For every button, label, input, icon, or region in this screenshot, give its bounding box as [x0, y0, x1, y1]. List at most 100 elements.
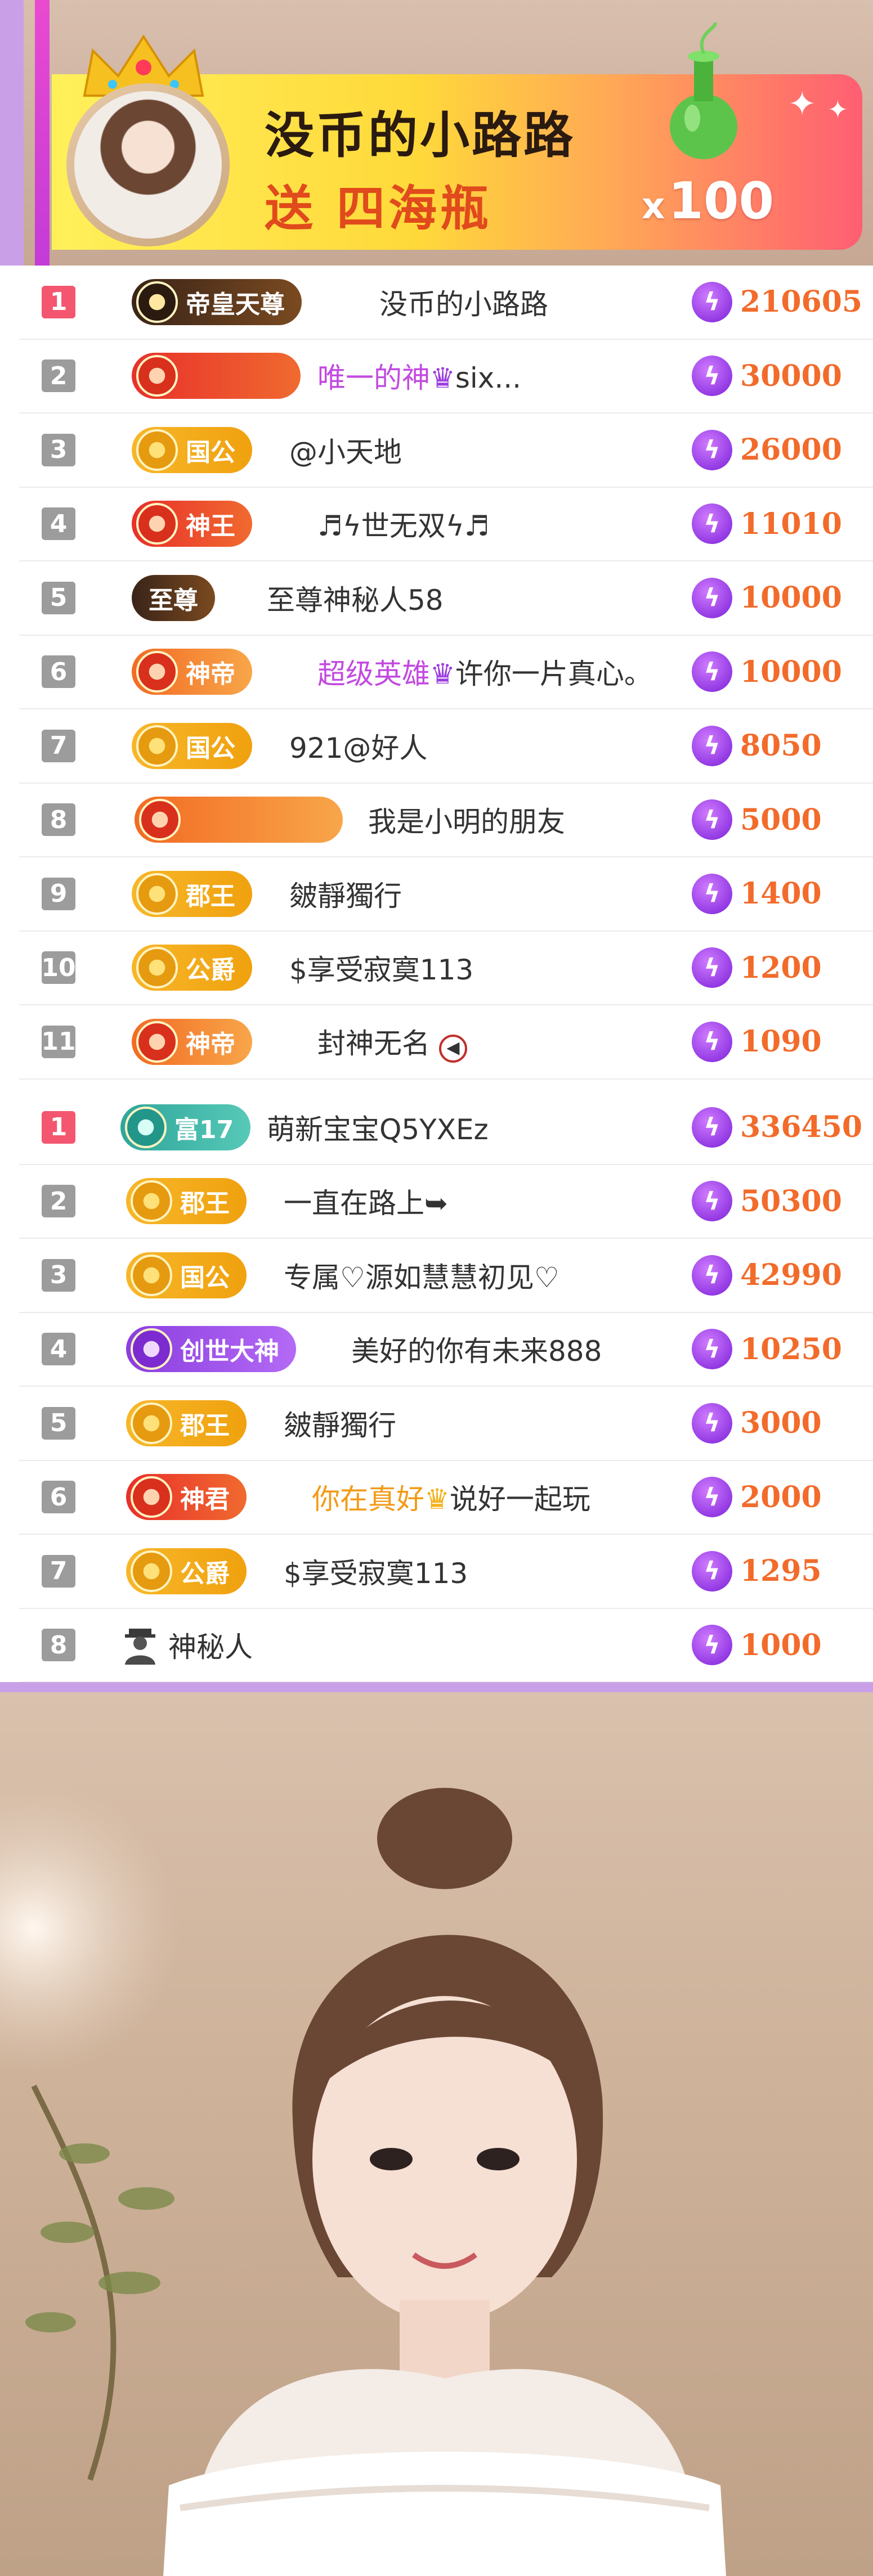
rank-number: 7 [42, 729, 75, 762]
badge-label: 富17 [174, 1115, 234, 1144]
lightning-bolt-icon: ϟ [692, 947, 732, 988]
score: ϟ 11010 [692, 503, 842, 545]
badge-label: 郡王 [180, 1189, 230, 1219]
score-value: 5000 [740, 802, 822, 837]
badge-emblem-icon [131, 1328, 172, 1370]
user-name[interactable]: 皴靜獨行 [284, 1403, 396, 1444]
score-value: 26000 [740, 433, 842, 467]
badge-emblem-icon [131, 1180, 172, 1222]
list-item[interactable]: 4 创世大神 美好的你有未来888 ϟ 10250 [19, 1313, 873, 1387]
rank-number: 1 [42, 285, 75, 318]
score: ϟ 1200 [692, 947, 822, 988]
list-item[interactable]: 1 帝皇天尊 没币的小路路 ϟ 210605 [19, 266, 873, 340]
user-name[interactable]: 我是小明的朋友 [368, 799, 565, 840]
badge-emblem-icon [131, 1476, 172, 1518]
level-badge: 郡王 [126, 1400, 247, 1446]
user-name[interactable]: ♬ϟ世无双ϟ♬ [317, 503, 490, 544]
badge-label: 公爵 [186, 956, 235, 985]
score: ϟ 50300 [692, 1181, 842, 1222]
user-name[interactable]: @小天地 [289, 430, 402, 470]
mystery-person-icon [125, 1629, 155, 1665]
left-accent-stripe [0, 0, 24, 266]
score-value: 2000 [740, 1480, 822, 1514]
left-accent-bar [35, 0, 50, 266]
badge-emblem-icon [136, 1020, 178, 1063]
user-name[interactable]: 超级英雄♛许你一片真心。 [317, 651, 652, 692]
list-item[interactable]: 10 公爵 $享受寂寞113 ϟ 1200 [19, 932, 873, 1005]
level-badge: 郡王 [126, 1178, 247, 1225]
gift-count-prefix: x [642, 186, 665, 227]
list-item[interactable]: 11 神帝 封神无名 ◀ ϟ 1090 [19, 1005, 873, 1080]
list-item[interactable]: 6 神君 你在真好♛说好一起玩 ϟ 2000 [19, 1461, 873, 1535]
section-divider [0, 1682, 873, 1692]
sender-avatar[interactable] [66, 83, 230, 246]
level-badge: 创世大神 [126, 1326, 296, 1373]
user-name[interactable]: 没币的小路路 [379, 282, 548, 322]
badge-label: 帝皇天尊 [186, 290, 285, 319]
user-name[interactable]: 神秘人 [168, 1625, 253, 1665]
badge-label: 神王 [186, 512, 235, 541]
badge-label: 创世大神 [180, 1337, 279, 1366]
user-name[interactable]: 一直在路上➥ [284, 1181, 448, 1221]
user-name[interactable]: $享受寂寞113 [284, 1551, 468, 1592]
score: ϟ 8050 [692, 725, 822, 766]
lightning-bolt-icon: ϟ [692, 1477, 732, 1518]
list-item[interactable]: 9 郡王 皴靜獨行 ϟ 1400 [19, 857, 873, 932]
lightning-bolt-icon: ϟ [692, 1550, 732, 1592]
user-name-text: 说好一起玩 [449, 1483, 590, 1516]
gift-sender-name: 没币的小路路 [265, 106, 576, 164]
level-badge: 至尊 [132, 574, 215, 621]
badge-label: 神帝 [186, 660, 235, 689]
badge-label: 郡王 [180, 1411, 230, 1440]
list-item[interactable]: 8 神秘人 ϟ 1000 [19, 1609, 873, 1683]
lightning-bolt-icon: ϟ [692, 651, 732, 693]
user-name[interactable]: $享受寂寞113 [289, 947, 473, 988]
score-value: 50300 [740, 1184, 842, 1219]
score: ϟ 42990 [692, 1255, 842, 1296]
user-name[interactable]: 萌新宝宝Q5YXEz [267, 1107, 489, 1148]
user-name[interactable]: 你在真好♛说好一起玩 [312, 1477, 590, 1517]
score: ϟ 1000 [692, 1625, 822, 1666]
rank-number: 1 [42, 1111, 75, 1144]
gift-banner-area: 没币的小路路 送 四海瓶 x100 ✦ ✦ [0, 0, 873, 266]
list-item[interactable]: 5 至尊 至尊神秘人58 ϟ 10000 [19, 561, 873, 636]
list-item[interactable]: 7 国公 921@好人 ϟ 8050 [19, 709, 873, 784]
rank-number: 5 [42, 1406, 75, 1440]
score: ϟ 10000 [692, 651, 842, 693]
level-badge: 帝皇天尊 [132, 278, 302, 325]
lightning-bolt-icon: ϟ [692, 1329, 732, 1370]
score-value: 10250 [740, 1332, 842, 1366]
badge-label: 公爵 [180, 1559, 230, 1588]
user-name[interactable]: 美好的你有未来888 [351, 1329, 602, 1369]
score: ϟ 336450 [692, 1107, 862, 1148]
lightning-bolt-icon: ϟ [692, 1021, 732, 1062]
list-item[interactable]: 5 郡王 皴靜獨行 ϟ 3000 [19, 1387, 873, 1461]
badge-label: 神君 [180, 1485, 230, 1514]
badge-emblem-icon [136, 873, 178, 915]
list-item[interactable]: 3 国公 专属♡源如慧慧初见♡ ϟ 42990 [19, 1239, 873, 1313]
user-name[interactable]: 唯一的神♛six... [317, 356, 521, 396]
rank-number: 2 [42, 359, 75, 393]
user-name[interactable]: 至尊神秘人58 [267, 578, 444, 618]
list-item[interactable]: 8 我是小明的朋友 ϟ 5000 [19, 784, 873, 857]
list-item[interactable]: 2 唯一的神♛six... ϟ 30000 [19, 340, 873, 413]
rank-number: 3 [42, 433, 75, 466]
list-item[interactable]: 6 神帝 超级英雄♛许你一片真心。 ϟ 10000 [19, 636, 873, 709]
list-item[interactable]: 2 郡王 一直在路上➥ ϟ 50300 [19, 1165, 873, 1239]
list-item[interactable]: 4 神王 ♬ϟ世无双ϟ♬ ϟ 11010 [19, 488, 873, 561]
user-name[interactable]: 皴靜獨行 [289, 874, 402, 914]
list-item[interactable]: 1 富17 萌新宝宝Q5YXEz ϟ 336450 [19, 1091, 873, 1165]
user-name[interactable]: 921@好人 [289, 726, 427, 766]
score-value: 1090 [740, 1024, 822, 1059]
lightning-bolt-icon: ϟ [692, 1107, 732, 1148]
lightning-bolt-icon: ϟ [692, 577, 732, 618]
gift-action-text: 送 四海瓶 [265, 181, 492, 237]
list-item[interactable]: 7 公爵 $享受寂寞113 ϟ 1295 [19, 1535, 873, 1609]
user-name[interactable]: 封神无名 ◀ [317, 1021, 467, 1063]
ranking-list-b: 1 富17 萌新宝宝Q5YXEz ϟ 336450 2 郡王 一直在路上➥ ϟ 50… [19, 1091, 873, 1683]
list-item[interactable]: 3 国公 @小天地 ϟ 26000 [19, 413, 873, 488]
user-name[interactable]: 专属♡源如慧慧初见♡ [284, 1255, 559, 1296]
score: ϟ 3000 [692, 1402, 822, 1444]
rank-number: 6 [42, 1481, 75, 1514]
user-name-highlight: 唯一的神 [317, 362, 430, 395]
